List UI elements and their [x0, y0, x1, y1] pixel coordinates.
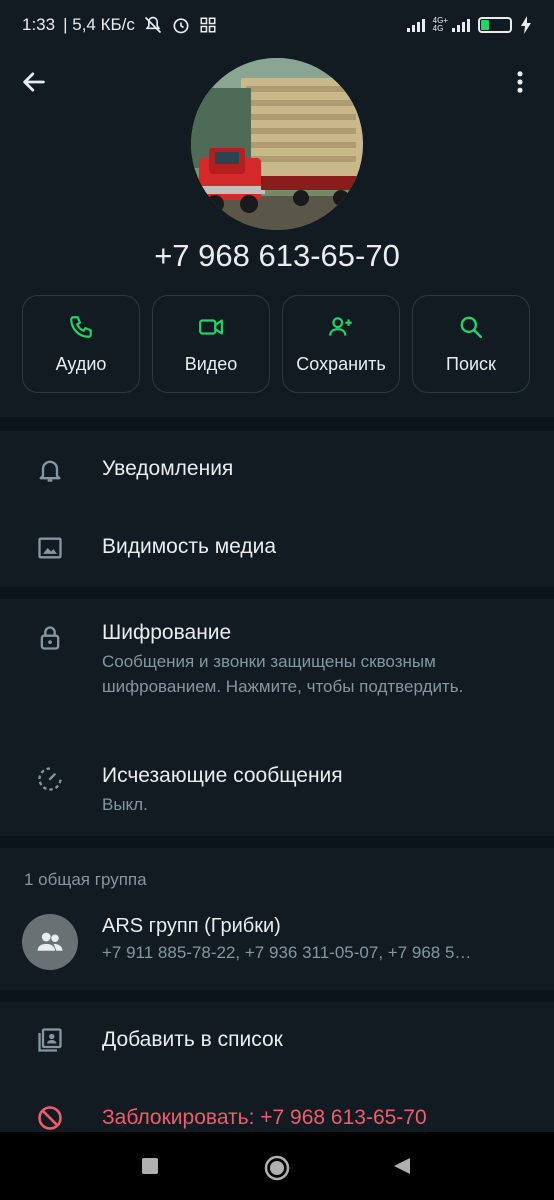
lock-icon: [40, 626, 60, 650]
battery-icon: 12: [478, 17, 512, 33]
network-type-bottom: 4G: [432, 24, 444, 33]
system-navigation-bar: [0, 1132, 554, 1200]
add-to-list-row[interactable]: Добавить в список: [0, 1002, 554, 1080]
more-options-icon[interactable]: [506, 68, 534, 96]
back-arrow-icon[interactable]: [20, 68, 48, 96]
charging-icon: [521, 16, 531, 34]
image-icon: [38, 537, 62, 559]
block-contact-row[interactable]: Заблокировать: +7 968 613-65-70: [0, 1080, 554, 1132]
contact-avatar[interactable]: [191, 58, 363, 230]
contact-list-icon: [38, 1028, 62, 1052]
contact-actions-section: Добавить в список Заблокировать: +7 968 …: [0, 1002, 554, 1132]
search-button[interactable]: Поиск: [412, 295, 530, 393]
video-icon: [199, 318, 223, 335]
group-members: +7 911 885-78-22, +7 936 311-05-07, +7 9…: [102, 943, 472, 962]
video-call-label: Видео: [184, 353, 238, 374]
privacy-section: Шифрование Сообщения и звонки защищены с…: [0, 599, 554, 836]
notifications-label: Уведомления: [102, 457, 234, 480]
search-icon: [460, 316, 483, 338]
audio-call-button[interactable]: Аудио: [22, 295, 140, 393]
group-icon: [37, 932, 63, 951]
disappearing-messages-title: Исчезающие сообщения: [102, 764, 343, 787]
video-call-button[interactable]: Видео: [152, 295, 270, 393]
bell-icon: [39, 460, 61, 482]
network-type: 4G+ 4G: [433, 17, 448, 33]
block-icon: [38, 1106, 62, 1130]
phone-icon: [70, 315, 92, 338]
common-groups-section: 1 общая группа ARS групп (Грибки) +7 911…: [0, 848, 554, 990]
disappearing-messages-row[interactable]: Исчезающие сообщения Выкл.: [0, 747, 554, 836]
save-contact-label: Сохранить: [296, 353, 386, 374]
encryption-row[interactable]: Шифрование Сообщения и звонки защищены с…: [0, 599, 554, 737]
group-name: ARS групп (Грибки): [102, 915, 281, 937]
recents-icon[interactable]: [141, 1157, 159, 1175]
encryption-title: Шифрование: [102, 621, 232, 644]
disappearing-messages-value: Выкл.: [102, 795, 148, 814]
grid-icon: [200, 17, 216, 33]
contact-header: +7 968 613-65-70 Аудио Видео Сохранить П…: [0, 50, 554, 417]
action-buttons: Аудио Видео Сохранить Поиск: [22, 295, 530, 393]
notifications-row[interactable]: Уведомления: [0, 431, 554, 509]
mute-icon: [144, 16, 161, 34]
home-icon[interactable]: [263, 1154, 291, 1182]
audio-call-label: Аудио: [55, 353, 107, 374]
search-label: Поиск: [446, 353, 496, 374]
common-groups-header: 1 общая группа: [24, 870, 147, 889]
status-bar: 1:33 | 5,4 КБ/с 4G+ 4G 12: [0, 0, 554, 50]
signal-icon: [406, 18, 425, 32]
timer-icon: [38, 767, 62, 791]
network-speed: | 5,4 КБ/с: [63, 15, 135, 34]
media-visibility-row[interactable]: Видимость медиа: [0, 509, 554, 587]
add-contact-icon: [329, 316, 352, 336]
media-visibility-label: Видимость медиа: [102, 535, 277, 558]
alarm-icon: [173, 18, 189, 34]
notifications-section: Уведомления Видимость медиа: [0, 431, 554, 587]
signal-icon-2: [452, 18, 470, 32]
back-nav-icon[interactable]: [392, 1156, 412, 1176]
encryption-description: Сообщения и звонки защищены сквозным шиф…: [102, 652, 464, 696]
block-contact-label: Заблокировать: +7 968 613-65-70: [102, 1106, 427, 1129]
clock: 1:33: [22, 15, 56, 34]
group-list-item[interactable]: ARS групп (Грибки) +7 911 885-78-22, +7 …: [0, 904, 554, 984]
group-avatar: [22, 914, 78, 970]
contact-phone-number: +7 968 613-65-70: [154, 238, 400, 273]
add-to-list-label: Добавить в список: [102, 1028, 283, 1051]
save-contact-button[interactable]: Сохранить: [282, 295, 400, 393]
battery-level: 12: [488, 19, 502, 31]
